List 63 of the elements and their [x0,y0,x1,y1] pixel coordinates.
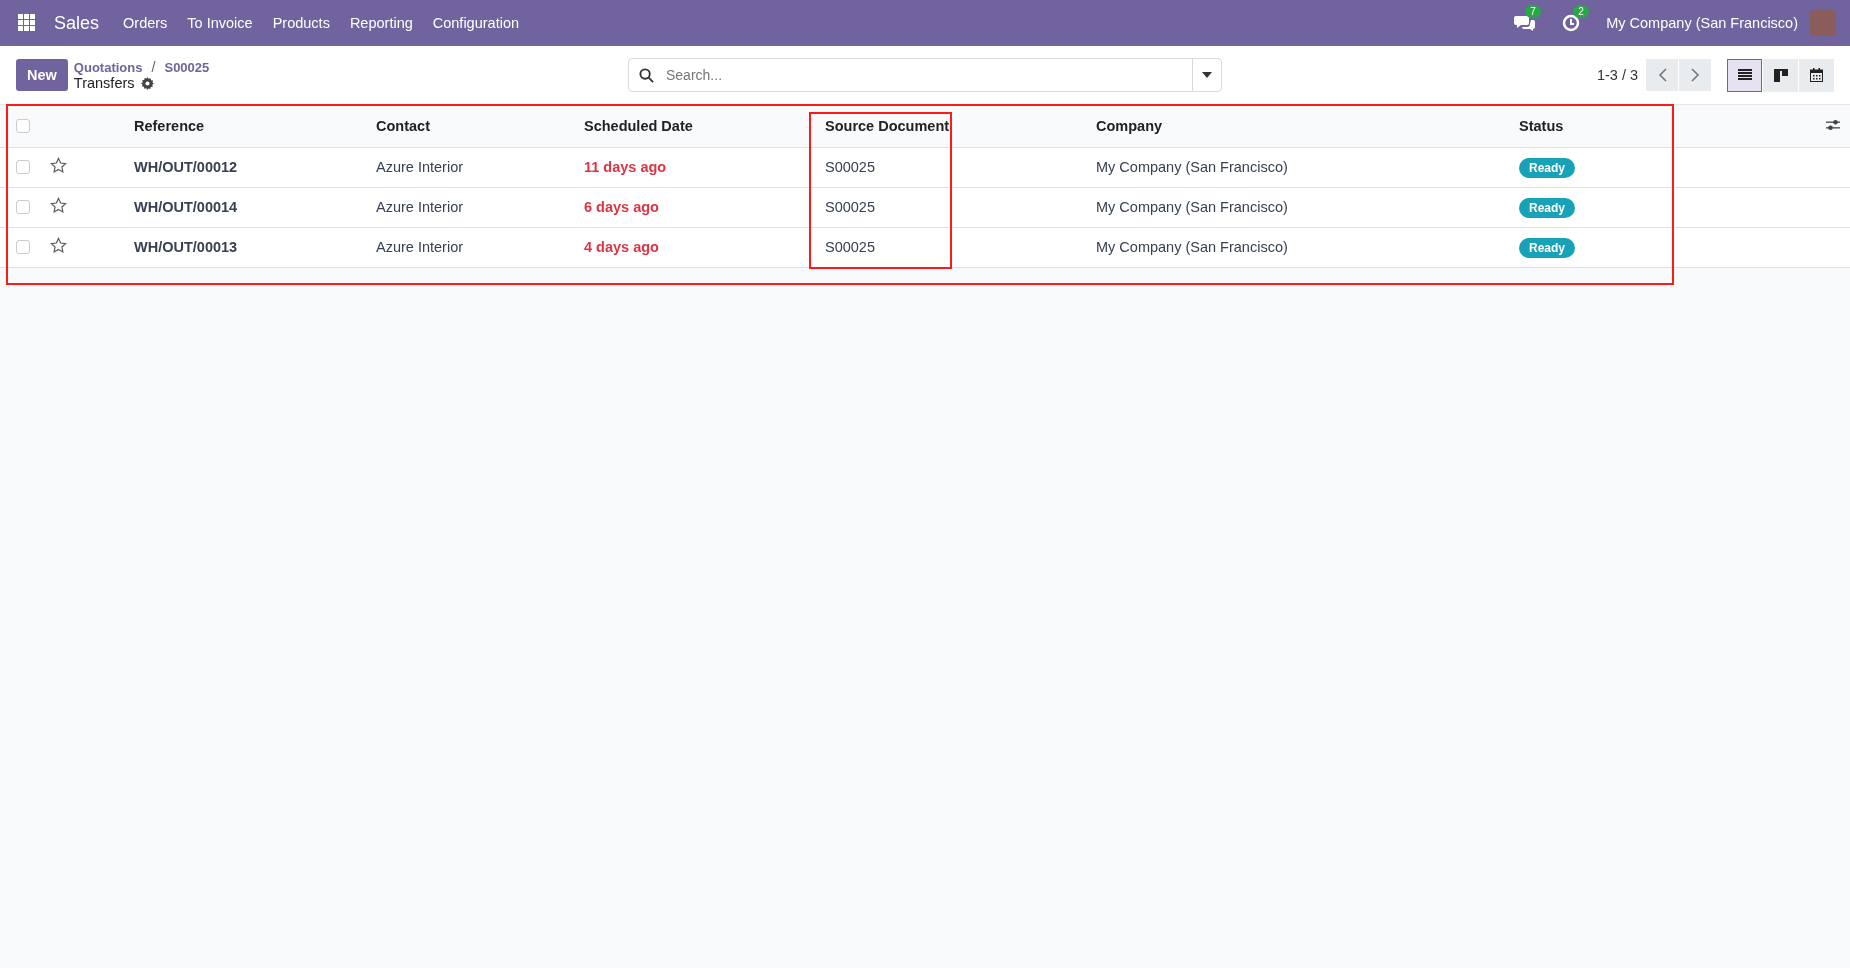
table-cell: WH/OUT/00012 [118,147,360,187]
table-cell: S00025 [809,187,1080,227]
status-badge: Ready [1519,158,1576,178]
row-checkbox[interactable] [16,160,30,174]
apps-grid-icon[interactable] [18,14,36,32]
column-header[interactable]: Source Document [809,105,1080,147]
table-cell: S00025 [809,227,1080,267]
star-icon[interactable] [50,197,67,214]
table-cell: 6 days ago [568,187,809,227]
kanban-icon [1773,68,1788,82]
activity-count-badge: 2 [1573,5,1589,18]
view-switch-button[interactable] [1763,58,1798,92]
table-cell: My Company (San Francisco) [1080,147,1503,187]
status-badge: Ready [1519,198,1576,218]
table-cell: WH/OUT/00014 [118,187,360,227]
search-box[interactable]: Search... [628,58,1222,92]
pager-text: 1-3 / 3 [1596,67,1638,83]
page-title: Transfers [73,75,135,91]
chevron-left-icon [1657,68,1667,82]
chat-bubbles-icon[interactable] [1514,14,1537,32]
table-cell: Azure Interior [360,227,568,267]
menu-item[interactable]: To Invoice [177,15,263,31]
search-icon [639,67,654,83]
sliders-icon[interactable] [1826,118,1840,131]
menu-item[interactable]: Products [262,15,340,31]
row-checkbox[interactable] [16,200,30,214]
table-cell: My Company (San Francisco) [1080,227,1503,267]
column-header[interactable]: Reference [118,105,360,147]
message-count-badge: 7 [1525,5,1541,18]
row-checkbox[interactable] [16,240,30,254]
list-icon [1737,69,1752,81]
star-icon[interactable] [50,237,67,254]
column-header[interactable]: Company [1080,105,1503,147]
table-cell: S00025 [809,147,1080,187]
select-all-checkbox[interactable] [16,118,30,133]
breadcrumb-link[interactable]: Quotations [73,59,143,75]
search-field[interactable]: Search... [664,66,1192,84]
column-header[interactable]: Scheduled Date [568,105,809,147]
view-switch-button[interactable] [1799,58,1834,92]
breadcrumb-link[interactable]: S00025 [164,59,210,75]
calendar-icon [1810,68,1823,82]
table-cell: Azure Interior [360,147,568,187]
new-button[interactable]: New [16,59,68,91]
column-header[interactable]: Contact [360,105,568,147]
table-cell: 4 days ago [568,227,809,267]
star-icon[interactable] [50,157,67,174]
company-switcher[interactable]: My Company (San Francisco) [1606,15,1798,31]
breadcrumb-separator: / [151,59,156,75]
table-cell: My Company (San Francisco) [1080,187,1503,227]
chevron-right-icon [1690,68,1700,82]
table-cell: WH/OUT/00013 [118,227,360,267]
table-cell: 11 days ago [568,147,809,187]
view-switch-button[interactable] [1727,58,1762,92]
gear-icon[interactable] [140,76,154,90]
app-name[interactable]: Sales [54,12,100,34]
status-badge: Ready [1519,238,1576,258]
table-cell: Azure Interior [360,187,568,227]
caret-icon [1202,72,1212,78]
menu-item[interactable]: Reporting [339,15,423,31]
clock-icon[interactable] [1562,14,1581,32]
column-header[interactable]: Status [1503,105,1800,147]
menu-item[interactable]: Configuration [422,15,529,31]
menu-item[interactable]: Orders [113,15,178,31]
